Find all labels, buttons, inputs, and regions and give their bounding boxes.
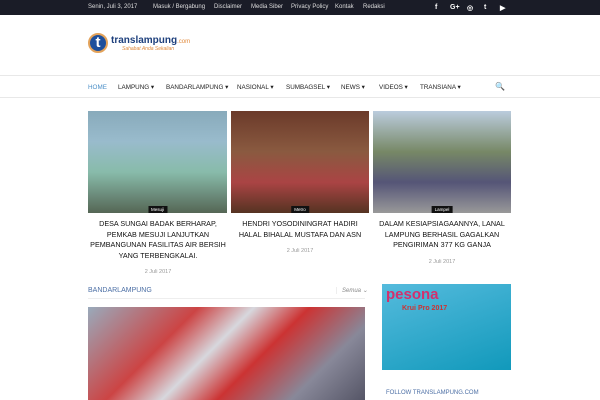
- section-lead-image[interactable]: [88, 307, 365, 400]
- nav-sumbagsel[interactable]: SUMBAGSEL ▾: [286, 84, 330, 91]
- current-date: Senin, Juli 3, 2017: [88, 4, 138, 10]
- site-logo[interactable]: t translampung.com Sahabat Anda Sekalian: [88, 33, 190, 53]
- privacy-link[interactable]: Privacy Policy: [291, 4, 328, 10]
- category-badge[interactable]: Metro: [291, 206, 309, 213]
- disclaimer-link[interactable]: Disclaimer: [214, 4, 242, 10]
- post-title[interactable]: Dalam Kesiapsiagaannya, Lanal Lampung Be…: [372, 219, 512, 251]
- sidebar-ad-banner[interactable]: pesona Krui Pro 2017: [382, 284, 511, 370]
- logo-mark: t: [88, 33, 108, 53]
- nav-nasional[interactable]: NASIONAL ▾: [237, 84, 274, 91]
- kontak-link[interactable]: Kontak: [335, 4, 354, 10]
- media-siber-link[interactable]: Media Siber: [251, 4, 283, 10]
- follow-heading: FOLLOW TRANSLAMPUNG.COM: [386, 390, 479, 396]
- category-badge[interactable]: Lampel: [431, 206, 453, 213]
- top-bar: Senin, Juli 3, 2017 Masuk / Bergabung Di…: [0, 0, 600, 15]
- redaksi-link[interactable]: Redaksi: [363, 4, 385, 10]
- featured-post-1: Desa Sungai Badak Berharap, Pemkab Mesuj…: [88, 219, 228, 278]
- section-divider: [88, 298, 365, 299]
- logo-text: translampung.com: [111, 34, 191, 46]
- ad-brand: pesona: [386, 286, 439, 303]
- login-link[interactable]: Masuk / Bergabung: [153, 4, 205, 10]
- nav-lampung[interactable]: LAMPUNG ▾: [118, 84, 154, 91]
- post-title[interactable]: Desa Sungai Badak Berharap, Pemkab Mesuj…: [88, 219, 228, 261]
- youtube-icon[interactable]: ▶: [500, 4, 505, 12]
- featured-post-3: Dalam Kesiapsiagaannya, Lanal Lampung Be…: [372, 219, 512, 267]
- twitter-icon[interactable]: t: [484, 4, 486, 11]
- featured-image-2[interactable]: Metro: [231, 111, 369, 213]
- section-title[interactable]: BANDARLAMPUNG: [88, 287, 152, 294]
- google-plus-icon[interactable]: G+: [450, 4, 460, 11]
- post-date: 2 Juli 2017: [286, 248, 314, 254]
- ad-text: Krui Pro 2017: [402, 305, 448, 312]
- logo-tagline: Sahabat Anda Sekalian: [122, 45, 175, 52]
- search-icon[interactable]: 🔍: [495, 82, 505, 91]
- nav-news[interactable]: NEWS ▾: [341, 84, 365, 91]
- nav-videos[interactable]: VIDEOS ▾: [379, 84, 408, 91]
- nav-transiana[interactable]: TRANSIANA ▾: [420, 84, 461, 91]
- post-date: 2 Juli 2017: [428, 258, 456, 265]
- featured-image-3[interactable]: Lampel: [373, 111, 511, 213]
- section-filter-dropdown[interactable]: Semua ⌄: [336, 287, 368, 294]
- nav-home[interactable]: HOME: [88, 84, 107, 91]
- nav-bandarlampung[interactable]: BANDARLAMPUNG ▾: [166, 84, 228, 91]
- main-nav: HOME LAMPUNG ▾ BANDARLAMPUNG ▾ NASIONAL …: [0, 75, 600, 98]
- featured-image-1[interactable]: Mesuji: [88, 111, 227, 213]
- category-badge[interactable]: Mesuji: [147, 206, 168, 213]
- post-date: 2 Juli 2017: [144, 269, 172, 275]
- post-title[interactable]: Hendri Yosodiningrat Hadiri Halal Bihala…: [230, 219, 370, 240]
- featured-post-2: Hendri Yosodiningrat Hadiri Halal Bihala…: [230, 219, 370, 257]
- facebook-icon[interactable]: f: [435, 4, 437, 11]
- instagram-icon[interactable]: ◎: [467, 4, 473, 12]
